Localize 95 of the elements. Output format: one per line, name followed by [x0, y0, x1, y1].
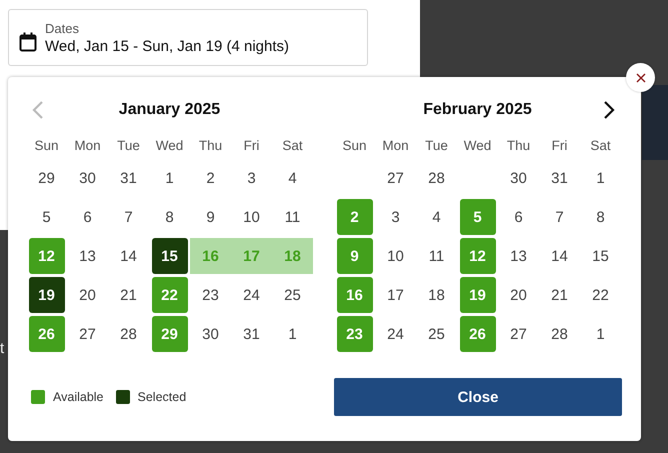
month-title: February 2025: [423, 101, 532, 119]
calendar-day: 27: [378, 160, 414, 196]
calendar-day: 30: [192, 316, 228, 352]
calendar-day: 25: [274, 277, 310, 313]
calendar-day: 28: [110, 316, 146, 352]
chevron-left-icon: [32, 101, 44, 119]
calendar-day: 20: [70, 277, 106, 313]
chevron-right-icon: [602, 101, 615, 119]
weekday-label: Sat: [589, 136, 612, 154]
calendar-day: 1: [274, 316, 310, 352]
calendar-day[interactable]: 16: [190, 238, 231, 274]
calendar-day[interactable]: 19: [28, 277, 64, 313]
month-title: January 2025: [118, 101, 220, 119]
calendar-day[interactable]: 26: [28, 316, 64, 352]
calendar-day: 3: [234, 160, 270, 196]
calendar-day: 13: [500, 238, 536, 274]
calendar-day[interactable]: 22: [152, 277, 188, 313]
calendar-day: 5: [28, 199, 64, 235]
weekday-label: Wed: [462, 136, 492, 154]
weekday-label: Sun: [341, 136, 368, 154]
dates-field[interactable]: Dates Wed, Jan 15 - Sun, Jan 19 (4 nights): [8, 9, 368, 66]
calendar-day[interactable]: 16: [336, 277, 372, 313]
calendar-day: 4: [274, 160, 310, 196]
calendar-day: 15: [582, 238, 618, 274]
calendar-icon: [19, 32, 37, 52]
calendar-day: 7: [110, 199, 146, 235]
calendar-day: 24: [378, 316, 414, 352]
field-label: Dates: [45, 20, 80, 36]
calendar-day: 9: [192, 199, 228, 235]
calendar-day[interactable]: 19: [460, 277, 496, 313]
field-value: Wed, Jan 15 - Sun, Jan 19 (4 nights): [45, 38, 290, 54]
calendar-day: 1: [582, 160, 618, 196]
calendar-day[interactable]: 18: [272, 238, 313, 274]
weekday-label: Fri: [242, 136, 260, 154]
calendar-day: 13: [70, 238, 106, 274]
calendar-day: 27: [70, 316, 106, 352]
calendar-day: 21: [542, 277, 578, 313]
calendar-day: 14: [110, 238, 146, 274]
calendar-day: 17: [378, 277, 414, 313]
calendar-day: 10: [378, 238, 414, 274]
calendar-day: 1: [582, 316, 618, 352]
calendar-day: 21: [110, 277, 146, 313]
calendar-day: 31: [542, 160, 578, 196]
calendar-day[interactable]: 12: [460, 238, 496, 274]
calendar-day: 7: [542, 199, 578, 235]
weekday-label: Mon: [73, 136, 102, 154]
calendar-day: 31: [234, 316, 270, 352]
calendar-day: 28: [418, 160, 454, 196]
weekday-label: Sun: [33, 136, 60, 154]
calendar-day: 27: [500, 316, 536, 352]
calendar-day[interactable]: 2: [336, 199, 372, 235]
weekday-label: Thu: [506, 136, 532, 154]
calendar-day[interactable]: 26: [460, 316, 496, 352]
calendar-day: 6: [70, 199, 106, 235]
calendar-day: 31: [110, 160, 146, 196]
close-icon[interactable]: [626, 63, 655, 92]
weekday-label: Sat: [281, 136, 304, 154]
calendar-day[interactable]: 12: [28, 238, 64, 274]
close-button[interactable]: Close: [334, 378, 622, 416]
calendar-day: 3: [378, 199, 414, 235]
legend-label: Selected: [138, 390, 186, 404]
calendar-day: 6: [500, 199, 536, 235]
calendar-day: 8: [582, 199, 618, 235]
calendar-day: 29: [28, 160, 64, 196]
weekday-label: Tue: [116, 136, 141, 154]
calendar-day[interactable]: 9: [336, 238, 372, 274]
calendar-day: 28: [542, 316, 578, 352]
calendar-day: 22: [582, 277, 618, 313]
calendar-day: 14: [542, 238, 578, 274]
calendar-day: 25: [418, 316, 454, 352]
weekday-label: Thu: [198, 136, 224, 154]
weekday-label: Mon: [381, 136, 410, 154]
legend-label: Available: [53, 390, 104, 404]
background-text: t: [0, 340, 6, 357]
calendar-day: 4: [418, 199, 454, 235]
calendar-day[interactable]: 15: [152, 238, 188, 274]
calendar-day[interactable]: 5: [460, 199, 496, 235]
calendar-day[interactable]: 23: [336, 316, 372, 352]
calendar-day[interactable]: 29: [152, 316, 188, 352]
calendar-day: 18: [418, 277, 454, 313]
calendar-day: 2: [192, 160, 228, 196]
calendar-day: 11: [418, 238, 454, 274]
calendar-day: 30: [70, 160, 106, 196]
calendar-day: 30: [500, 160, 536, 196]
calendar-day: 20: [500, 277, 536, 313]
calendar-day: 11: [274, 199, 310, 235]
calendar-day: 8: [152, 199, 188, 235]
calendar-day: 1: [152, 160, 188, 196]
calendar-day: 10: [234, 199, 270, 235]
weekday-label: Fri: [550, 136, 568, 154]
calendar-day: 24: [234, 277, 270, 313]
calendar-day[interactable]: 17: [231, 238, 272, 274]
weekday-label: Tue: [424, 136, 449, 154]
weekday-label: Wed: [154, 136, 184, 154]
calendar-day: 23: [192, 277, 228, 313]
